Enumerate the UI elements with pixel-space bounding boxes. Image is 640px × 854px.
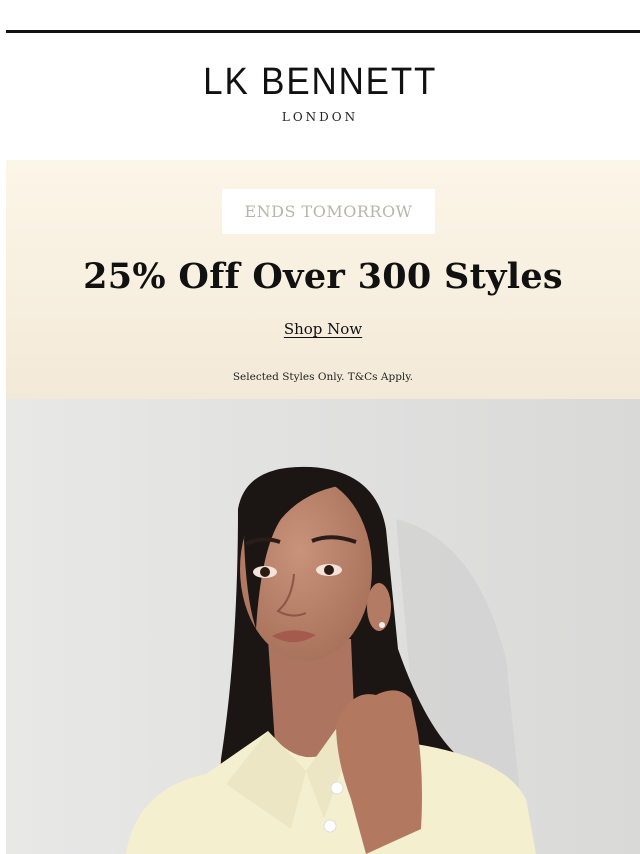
promo-banner: ENDS TOMORROW 25% Off Over 300 Styles Sh…: [6, 160, 640, 399]
promo-headline: 25% Off Over 300 Styles: [83, 256, 563, 297]
shop-now-link[interactable]: Shop Now: [284, 320, 362, 338]
shop-now-container: Shop Now: [6, 320, 640, 338]
brand-wordmark: LK BENNETT: [202, 61, 438, 103]
brand-logo[interactable]: LK BENNETT LONDON: [0, 60, 640, 124]
brand-location: LONDON: [281, 110, 359, 124]
top-divider: [6, 30, 640, 33]
terms-text: Selected Styles Only. T&Cs Apply.: [232, 371, 414, 383]
hero-image[interactable]: [6, 399, 640, 854]
model-photo: [6, 399, 640, 854]
ends-tomorrow-badge: ENDS TOMORROW: [222, 189, 435, 234]
